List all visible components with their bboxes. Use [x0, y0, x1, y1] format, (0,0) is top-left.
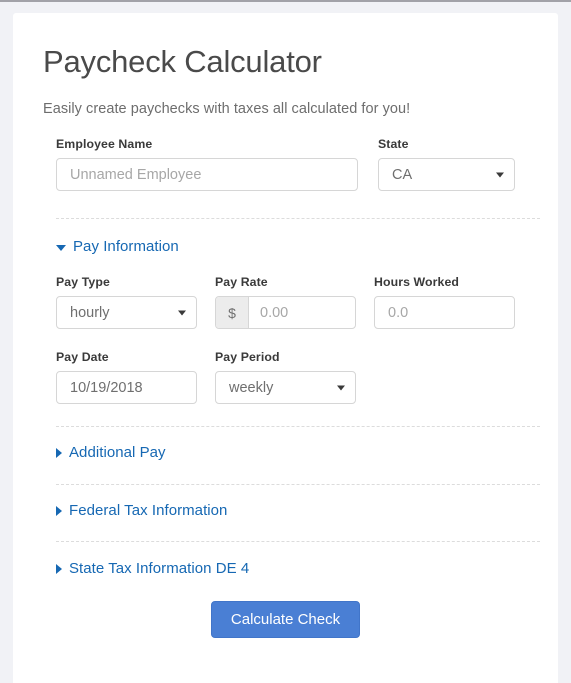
hours-worked-input[interactable] — [374, 296, 515, 330]
employee-name-input[interactable] — [56, 158, 358, 192]
pay-type-label: Pay Type — [56, 275, 110, 290]
pay-rate-field-group: Pay Rate $ — [215, 275, 356, 330]
divider-after-pay-information — [56, 426, 540, 428]
state-label: State — [378, 137, 409, 152]
pay-information-fields: Pay Type hourly Pay Rate $ 0.00 Hours Wo… — [43, 275, 528, 405]
calculate-check-button[interactable]: Calculate Check — [210, 601, 361, 639]
hours-worked-field-group: Hours Worked — [374, 275, 515, 330]
section-toggle-federal-tax-information[interactable]: Federal Tax Information — [43, 502, 528, 519]
employee-state-row: Employee Name State CA — [56, 137, 515, 192]
section-toggle-additional-pay[interactable]: Additional Pay — [43, 444, 528, 461]
pay-type-select[interactable]: hourly — [56, 296, 197, 330]
section-title-pay-information: Pay Information — [73, 238, 179, 256]
triangle-right-icon — [56, 447, 62, 458]
hours-worked-label: Hours Worked — [374, 275, 460, 290]
divider-after-federal-tax — [56, 541, 540, 543]
page-subtitle: Easily create paychecks with taxes all c… — [43, 101, 411, 118]
pay-type-select-wrap: hourly — [56, 296, 197, 330]
pay-date-period-row: Pay Date Pay Period weekly — [56, 350, 515, 405]
triangle-right-icon — [56, 563, 62, 574]
state-select[interactable]: CA — [378, 158, 515, 192]
pay-type-field-group: Pay Type hourly — [56, 275, 197, 330]
pay-period-label: Pay Period — [215, 350, 280, 365]
pay-type-rate-hours-row: Pay Type hourly Pay Rate $ 0.00 Hours Wo… — [56, 275, 515, 330]
pay-rate-input-group: $ — [215, 296, 356, 330]
state-select-value: CA — [392, 166, 413, 183]
actions-row: Calculate Check — [43, 601, 528, 639]
currency-prefix-addon: $ — [216, 297, 249, 329]
divider-after-employee — [56, 218, 540, 220]
triangle-right-icon — [56, 505, 62, 516]
employee-name-field-group: Employee Name — [56, 137, 358, 192]
section-title-additional-pay: Additional Pay — [69, 444, 166, 462]
pay-period-select-wrap: weekly — [215, 371, 356, 405]
pay-date-label: Pay Date — [56, 350, 109, 365]
state-select-wrap: CA — [378, 158, 515, 192]
pay-period-select[interactable]: weekly — [215, 371, 356, 405]
page-title: Paycheck Calculator — [43, 44, 322, 79]
section-title-federal-tax-information: Federal Tax Information — [69, 502, 228, 520]
section-toggle-state-tax-information[interactable]: State Tax Information DE 4 — [43, 560, 528, 577]
divider-after-additional-pay — [56, 484, 540, 486]
employee-fields-area: Employee Name State CA — [43, 137, 528, 192]
pay-period-field-group: Pay Period weekly — [215, 350, 356, 405]
pay-type-select-value: hourly — [70, 304, 110, 321]
section-title-state-tax-information: State Tax Information DE 4 — [69, 560, 250, 578]
triangle-down-icon — [56, 244, 66, 251]
pay-date-input[interactable] — [56, 371, 197, 405]
employee-name-label: Employee Name — [56, 137, 153, 152]
pay-rate-label: Pay Rate — [215, 275, 268, 290]
calculator-card: Paycheck Calculator Easily create payche… — [13, 13, 558, 683]
section-toggle-pay-information[interactable]: Pay Information — [43, 238, 528, 255]
state-field-group: State CA — [378, 137, 515, 192]
pay-rate-input[interactable] — [249, 297, 355, 329]
pay-date-field-group: Pay Date — [56, 350, 197, 405]
pay-period-select-value: weekly — [229, 379, 274, 396]
